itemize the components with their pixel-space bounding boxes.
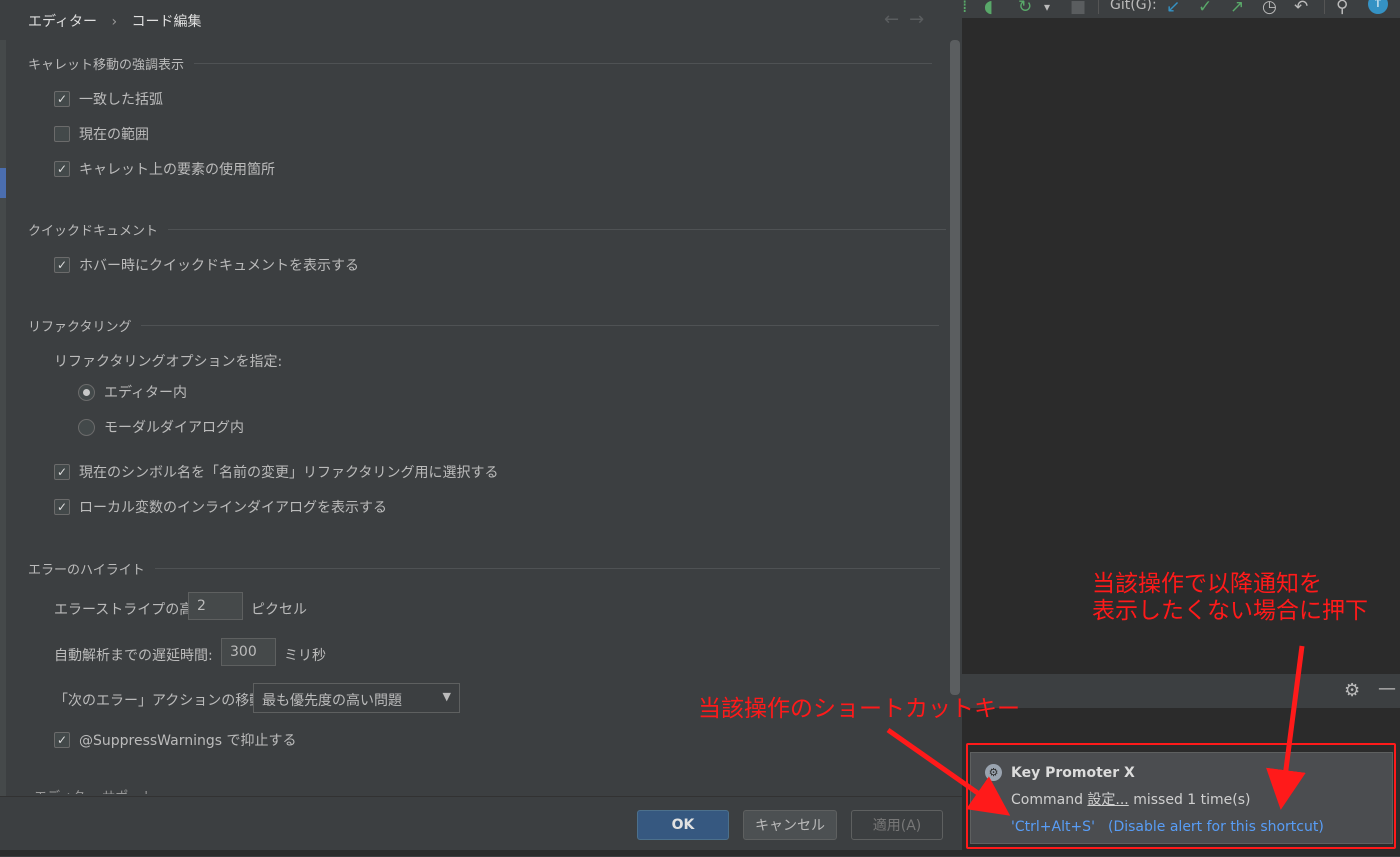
arrow-to-disable-link (1266, 645, 1306, 810)
arrow-to-shortcut (886, 727, 1011, 816)
annotation-arrows (886, 645, 1306, 816)
